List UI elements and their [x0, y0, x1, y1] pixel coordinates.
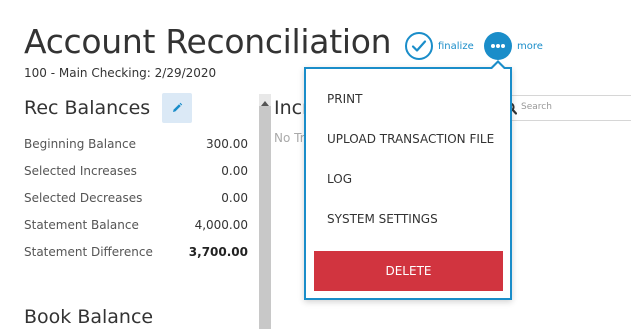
caret-up-icon — [261, 91, 269, 110]
balance-row-statement: Statement Balance 4,000.00 — [24, 218, 248, 232]
scrollbar[interactable] — [259, 94, 271, 329]
balance-label: Beginning Balance — [24, 137, 137, 151]
balance-label: Statement Difference — [24, 245, 153, 259]
pencil-icon — [171, 99, 183, 118]
finalize-label: finalize — [438, 40, 474, 52]
balance-label: Selected Decreases — [24, 191, 143, 205]
menu-item-upload-transaction-file[interactable]: UPLOAD TRANSACTION FILE — [327, 132, 494, 146]
balance-value: 300.00 — [206, 137, 248, 151]
balance-value: 0.00 — [221, 164, 248, 178]
page-title: Account Reconciliation — [24, 22, 392, 61]
edit-balances-button[interactable] — [162, 93, 192, 123]
ellipsis-circle-icon — [484, 32, 512, 60]
empty-transactions-text: No Tr — [274, 131, 305, 145]
more-label: more — [517, 40, 543, 52]
menu-item-print[interactable]: PRINT — [327, 92, 362, 106]
menu-pointer-inner — [492, 63, 504, 69]
balance-label: Selected Increases — [24, 164, 137, 178]
more-button[interactable]: more — [484, 32, 543, 60]
check-circle-icon — [405, 32, 433, 60]
scroll-up-button[interactable] — [259, 94, 271, 106]
balance-value: 3,700.00 — [188, 245, 248, 259]
account-subtitle: 100 - Main Checking: 2/29/2020 — [24, 66, 217, 80]
balance-row-decreases: Selected Decreases 0.00 — [24, 191, 248, 205]
book-balance-title: Book Balance — [24, 306, 154, 328]
more-menu: PRINT UPLOAD TRANSACTION FILE LOG SYSTEM… — [304, 67, 512, 300]
balance-value: 0.00 — [221, 191, 248, 205]
balance-row-beginning: Beginning Balance 300.00 — [24, 137, 248, 151]
delete-button[interactable]: DELETE — [314, 251, 503, 291]
balance-row-increases: Selected Increases 0.00 — [24, 164, 248, 178]
finalize-button[interactable]: finalize — [405, 32, 474, 60]
balance-label: Statement Balance — [24, 218, 139, 232]
menu-item-log[interactable]: LOG — [327, 172, 352, 186]
search-input[interactable] — [500, 95, 631, 121]
search-placeholder: Search — [521, 102, 552, 112]
balance-value: 4,000.00 — [194, 218, 248, 232]
rec-balances-title: Rec Balances — [24, 97, 151, 119]
menu-item-system-settings[interactable]: SYSTEM SETTINGS — [327, 212, 438, 226]
balance-row-difference: Statement Difference 3,700.00 — [24, 245, 248, 259]
